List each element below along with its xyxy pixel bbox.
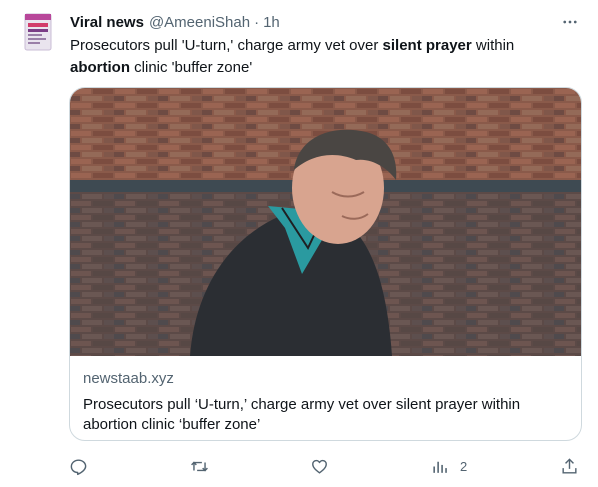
separator-dot: ·: [254, 13, 260, 31]
more-button[interactable]: [560, 12, 580, 32]
card-meta: newstaab.xyz Prosecutors pull ‘U-turn,’ …: [83, 369, 569, 435]
action-bar: 2: [0, 452, 598, 480]
timestamp[interactable]: 1h: [263, 14, 280, 31]
avatar[interactable]: [22, 12, 54, 52]
views-count: 2: [460, 458, 468, 474]
tweet-header: Viral news @AmeeniShah · 1h: [70, 11, 578, 33]
link-card[interactable]: newstaab.xyz Prosecutors pull ‘U-turn,’ …: [69, 87, 582, 441]
author-handle[interactable]: @AmeeniShah: [149, 14, 250, 31]
author-name[interactable]: Viral news: [70, 14, 144, 31]
card-title[interactable]: Prosecutors pull ‘U-turn,’ charge army v…: [83, 395, 569, 435]
retweet-button[interactable]: [190, 452, 219, 480]
tweet-text-bold: silent prayer: [382, 37, 472, 54]
like-button[interactable]: [310, 452, 339, 480]
tweet[interactable]: Viral news @AmeeniShah · 1h Prosecutors …: [0, 0, 598, 487]
card-image[interactable]: [70, 88, 582, 356]
retweet-icon: [191, 461, 208, 471]
views-icon: [433, 461, 447, 473]
reply-button[interactable]: [69, 452, 98, 480]
share-icon: [562, 457, 577, 474]
tweet-text-part: clinic 'buffer zone': [130, 59, 253, 76]
tweet-text-bold: abortion: [70, 59, 130, 76]
share-button[interactable]: [560, 452, 579, 480]
tweet-text-part: within: [471, 37, 515, 54]
card-domain[interactable]: newstaab.xyz: [83, 369, 569, 389]
tweet-text-part: Prosecutors pull 'U-turn,' charge army v…: [70, 37, 383, 54]
more-icon: [563, 20, 577, 24]
like-icon: [312, 459, 327, 474]
views-button[interactable]: 2: [431, 452, 467, 480]
reply-icon: [70, 458, 87, 475]
tweet-text: Prosecutors pull 'U-turn,' charge army v…: [70, 35, 570, 79]
